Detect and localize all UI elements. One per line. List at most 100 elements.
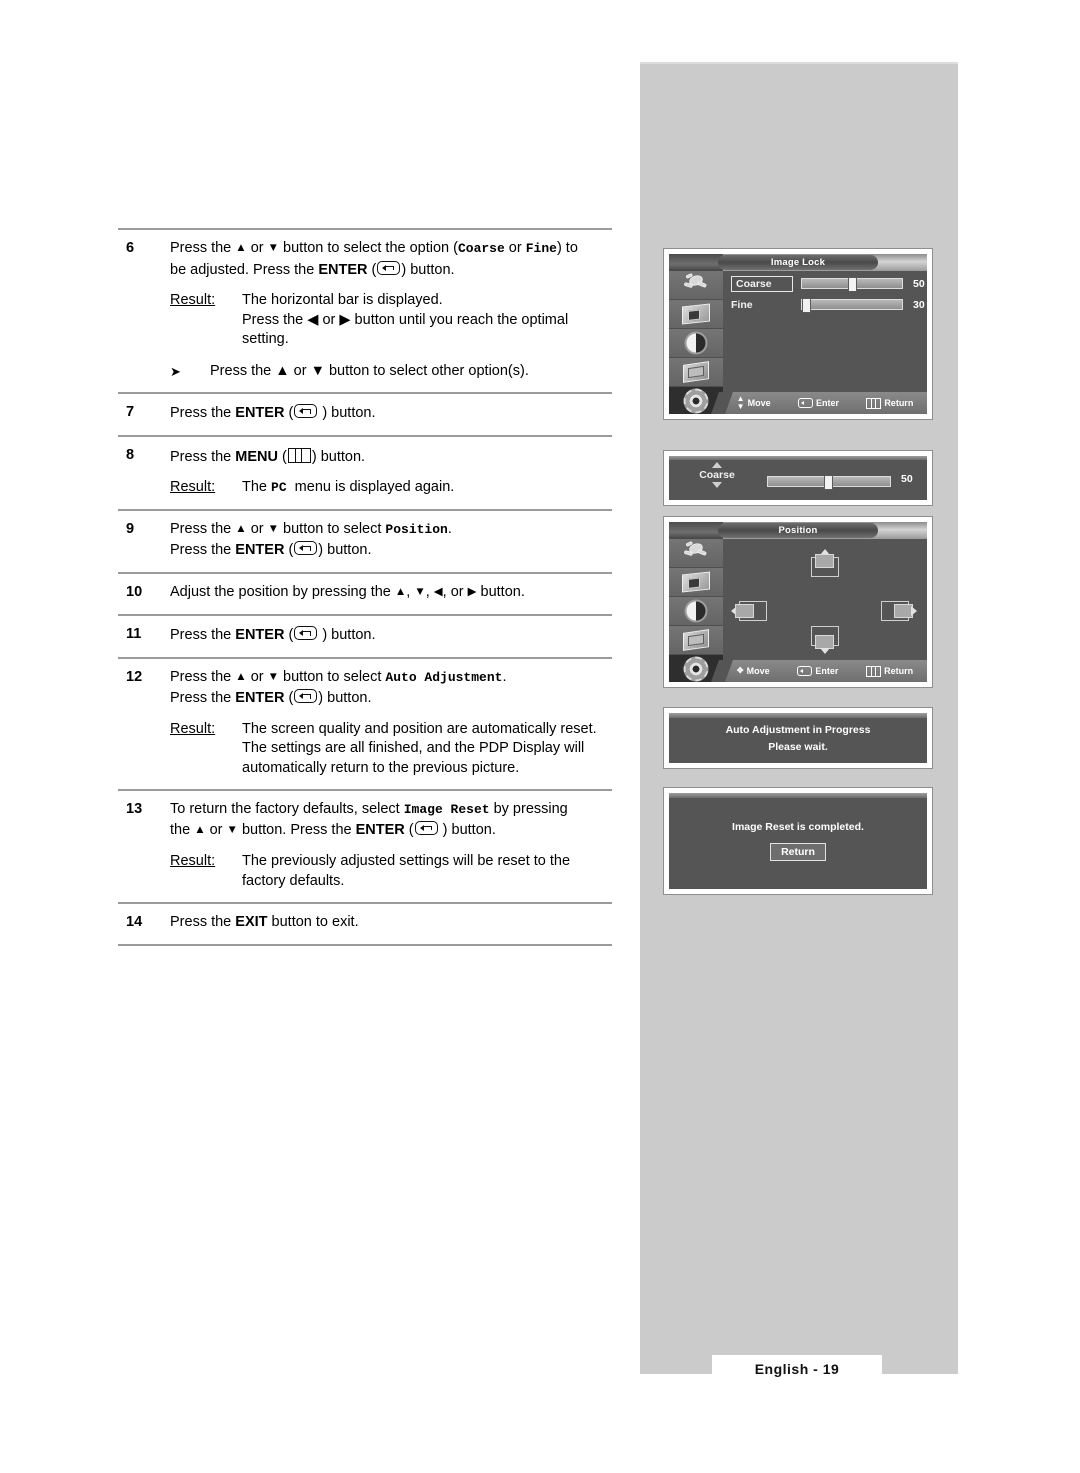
enter-key-icon bbox=[414, 820, 438, 835]
step-item-11: 11 Press the ENTER ( ) button. bbox=[118, 616, 612, 657]
osd-image-reset-screenshot: Image Reset is completed. Return bbox=[663, 787, 933, 895]
osd-top-edge bbox=[669, 456, 927, 460]
result-line: The previously adjusted settings will be… bbox=[242, 853, 571, 869]
result-label: Result: bbox=[170, 720, 216, 737]
rail-item-channel[interactable] bbox=[669, 358, 723, 387]
osd-position-screenshot: Position ✥ Move Enter Return bbox=[663, 516, 933, 688]
osd-content-image-lock: Coarse 50 Fine 30 bbox=[723, 271, 927, 392]
osd-top-edge bbox=[669, 713, 927, 718]
result-label: Result: bbox=[170, 479, 216, 495]
result-label: Result: bbox=[170, 853, 216, 869]
setup-gear-icon bbox=[683, 656, 709, 682]
step-item-6: 6 Press the ▲ or ▼ button to select the … bbox=[118, 230, 612, 392]
image-reset-message: Image Reset is completed. bbox=[732, 821, 864, 833]
result-line: Press the ◀ or ▶ button until you reach … bbox=[242, 311, 569, 328]
step-line: Press the ENTER () button. bbox=[170, 689, 372, 706]
position-up-control[interactable] bbox=[811, 549, 839, 577]
step-line: be adjusted. Press the ENTER () button. bbox=[170, 260, 455, 278]
step-number: 13 bbox=[126, 801, 143, 817]
osd-row-fine[interactable]: Fine 30 bbox=[723, 296, 927, 313]
help-return: Return bbox=[866, 397, 913, 409]
osd-help-bar: ▲ ▼ Move Enter Return bbox=[723, 392, 927, 414]
fine-slider[interactable] bbox=[801, 297, 903, 313]
help-return: Return bbox=[866, 665, 914, 677]
screen-frame-icon bbox=[811, 554, 839, 577]
setup-gear-icon bbox=[683, 388, 709, 414]
step-number: 6 bbox=[126, 240, 135, 256]
osd-image-lock-screenshot: Image Lock Coarse 50 Fine 30 ▲ ▼ Move En… bbox=[663, 248, 933, 420]
step-text: Press the ENTER ( ) button. bbox=[170, 625, 612, 646]
coarse-slider[interactable] bbox=[801, 276, 903, 292]
position-left-control[interactable] bbox=[731, 601, 767, 621]
step-number: 8 bbox=[126, 446, 135, 463]
position-right-control[interactable] bbox=[881, 601, 917, 621]
rail-item-channel[interactable] bbox=[669, 626, 723, 655]
osd-coarse-bar: Coarse 50 bbox=[669, 456, 927, 500]
sound-icon bbox=[684, 599, 708, 623]
screen-frame-icon bbox=[735, 601, 767, 621]
screen-frame-icon bbox=[881, 601, 913, 621]
result-block: Result: The PC menu is displayed again. bbox=[170, 478, 612, 498]
rail-item-picture[interactable] bbox=[669, 300, 723, 329]
step-text: To return the factory defaults, select I… bbox=[170, 800, 612, 891]
input-plug-icon bbox=[683, 273, 709, 297]
step-line: Press the ▲ or ▼ button to select the op… bbox=[170, 240, 578, 256]
step-item-7: 7 Press the ENTER ( ) button. bbox=[118, 394, 612, 435]
osd-top-edge bbox=[669, 793, 927, 798]
screen-inner bbox=[735, 604, 754, 618]
return-button[interactable]: Return bbox=[770, 843, 826, 861]
osd-icon-rail bbox=[669, 271, 723, 414]
step-line: Press the ENTER ( ) button. bbox=[170, 404, 376, 421]
help-move-label: Move bbox=[746, 666, 770, 676]
down-arrow-icon bbox=[820, 648, 830, 654]
rule-divider bbox=[118, 943, 612, 946]
instruction-steps-list: 6 Press the ▲ or ▼ button to select the … bbox=[118, 228, 612, 946]
result-text: The screen quality and position are auto… bbox=[242, 720, 612, 779]
step-number: 12 bbox=[126, 668, 143, 685]
osd-row-label: Fine bbox=[731, 298, 753, 311]
step-item-13: 13 To return the factory defaults, selec… bbox=[118, 791, 612, 902]
step-number: 10 bbox=[126, 583, 143, 600]
step-text: Press the ▲ or ▼ button to select Positi… bbox=[170, 520, 612, 561]
slider-knob[interactable] bbox=[824, 474, 834, 490]
enter-key-icon bbox=[294, 626, 318, 640]
step-item-9: 9 Press the ▲ or ▼ button to select Posi… bbox=[118, 511, 612, 572]
screen-inner bbox=[815, 554, 834, 568]
help-move: ▲ ▼ Move bbox=[737, 395, 771, 411]
enter-key-icon bbox=[294, 404, 318, 418]
coarse-bar-slider[interactable] bbox=[767, 474, 891, 490]
help-enter: Enter bbox=[797, 666, 838, 676]
osd-title-bar: Image Lock bbox=[669, 254, 927, 271]
step-line: the ▲ or ▼ button. Press the ENTER ( ) b… bbox=[170, 820, 496, 838]
result-text: The PC menu is displayed again. bbox=[242, 478, 612, 498]
osd-image-reset: Image Reset is completed. Return bbox=[669, 793, 927, 889]
coarse-label: Coarse bbox=[699, 469, 735, 481]
osd-row-coarse[interactable]: Coarse 50 bbox=[723, 275, 927, 292]
osd-auto-adjustment-screenshot: Auto Adjustment in Progress Please wait. bbox=[663, 707, 933, 769]
return-menu-icon bbox=[866, 397, 882, 409]
rail-item-sound[interactable] bbox=[669, 329, 723, 358]
result-label: Result: bbox=[170, 292, 216, 308]
osd-position: Position ✥ Move Enter Return bbox=[669, 522, 927, 682]
position-down-control[interactable] bbox=[811, 626, 839, 654]
result-block: Result: The horizontal bar is displayed.… bbox=[170, 291, 612, 350]
step-line: Press the EXIT button to exit. bbox=[170, 914, 359, 930]
help-return-label: Return bbox=[884, 666, 914, 676]
osd-content-position bbox=[723, 539, 927, 660]
slider-knob[interactable] bbox=[802, 297, 811, 313]
rail-item-input-plug[interactable] bbox=[669, 271, 723, 300]
slider-knob[interactable] bbox=[848, 276, 857, 292]
osd-title-bar: Position bbox=[669, 522, 927, 539]
option-image-reset-token: Image Reset bbox=[403, 802, 490, 817]
illustration-panel: Image Lock Coarse 50 Fine 30 ▲ ▼ Move En… bbox=[640, 62, 958, 1374]
sound-icon bbox=[684, 331, 708, 355]
step-text: Press the ▲ or ▼ button to select Auto A… bbox=[170, 668, 612, 779]
osd-image-lock: Image Lock Coarse 50 Fine 30 ▲ ▼ Move En… bbox=[669, 254, 927, 414]
page-number-label: English - 19 bbox=[754, 1361, 840, 1377]
rail-item-sound[interactable] bbox=[669, 597, 723, 626]
rail-item-picture[interactable] bbox=[669, 568, 723, 597]
osd-row-label: Coarse bbox=[731, 275, 793, 292]
rail-item-input-plug[interactable] bbox=[669, 539, 723, 568]
step-line: Press the ▲ or ▼ button to select Positi… bbox=[170, 520, 452, 537]
osd-title: Position bbox=[718, 523, 878, 538]
